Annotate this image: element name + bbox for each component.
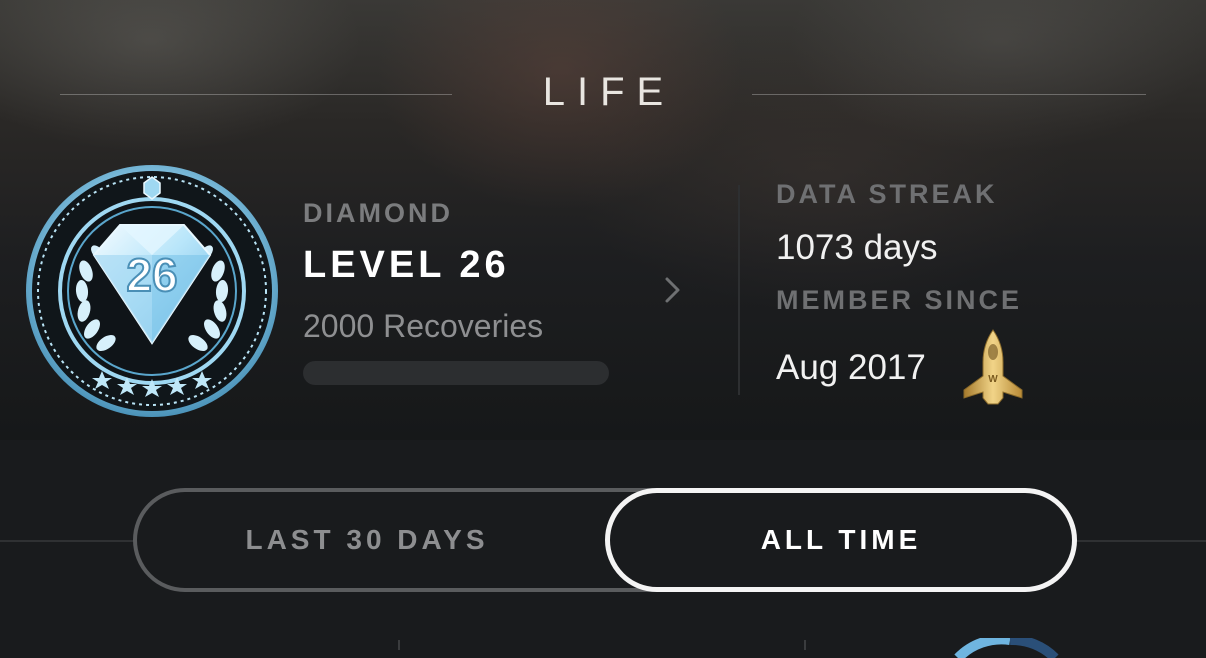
column-divider bbox=[804, 640, 806, 650]
recoveries-count: 2000 Recoveries bbox=[303, 308, 544, 344]
data-streak-value: 1073 days bbox=[776, 228, 938, 267]
member-since-value: Aug 2017 bbox=[776, 348, 926, 387]
rocket-icon: W bbox=[963, 329, 1023, 405]
segment-divider-left bbox=[0, 540, 140, 542]
svg-text:W: W bbox=[988, 374, 998, 385]
column-divider bbox=[398, 640, 400, 650]
time-range-segmented-control: LAST 30 DAYS ALL TIME bbox=[133, 488, 1077, 592]
member-since-label: MEMBER SINCE bbox=[776, 285, 1023, 315]
segment-last-30-days[interactable]: LAST 30 DAYS bbox=[137, 492, 597, 588]
level-tier: DIAMOND bbox=[303, 198, 453, 228]
segment-all-time[interactable]: ALL TIME bbox=[605, 488, 1077, 592]
level-progress-bar bbox=[303, 361, 609, 385]
gauge-icon bbox=[954, 638, 1059, 658]
diamond-level-badge-icon[interactable]: 26 bbox=[24, 163, 280, 419]
page-title: LIFE bbox=[542, 70, 676, 114]
segment-divider-right bbox=[1070, 540, 1206, 542]
level-label: LEVEL 26 bbox=[303, 244, 510, 286]
badge-number: 26 bbox=[126, 249, 177, 301]
stats-divider bbox=[738, 185, 740, 395]
data-streak-label: DATA STREAK bbox=[776, 179, 998, 209]
chevron-right-icon[interactable] bbox=[662, 274, 684, 306]
